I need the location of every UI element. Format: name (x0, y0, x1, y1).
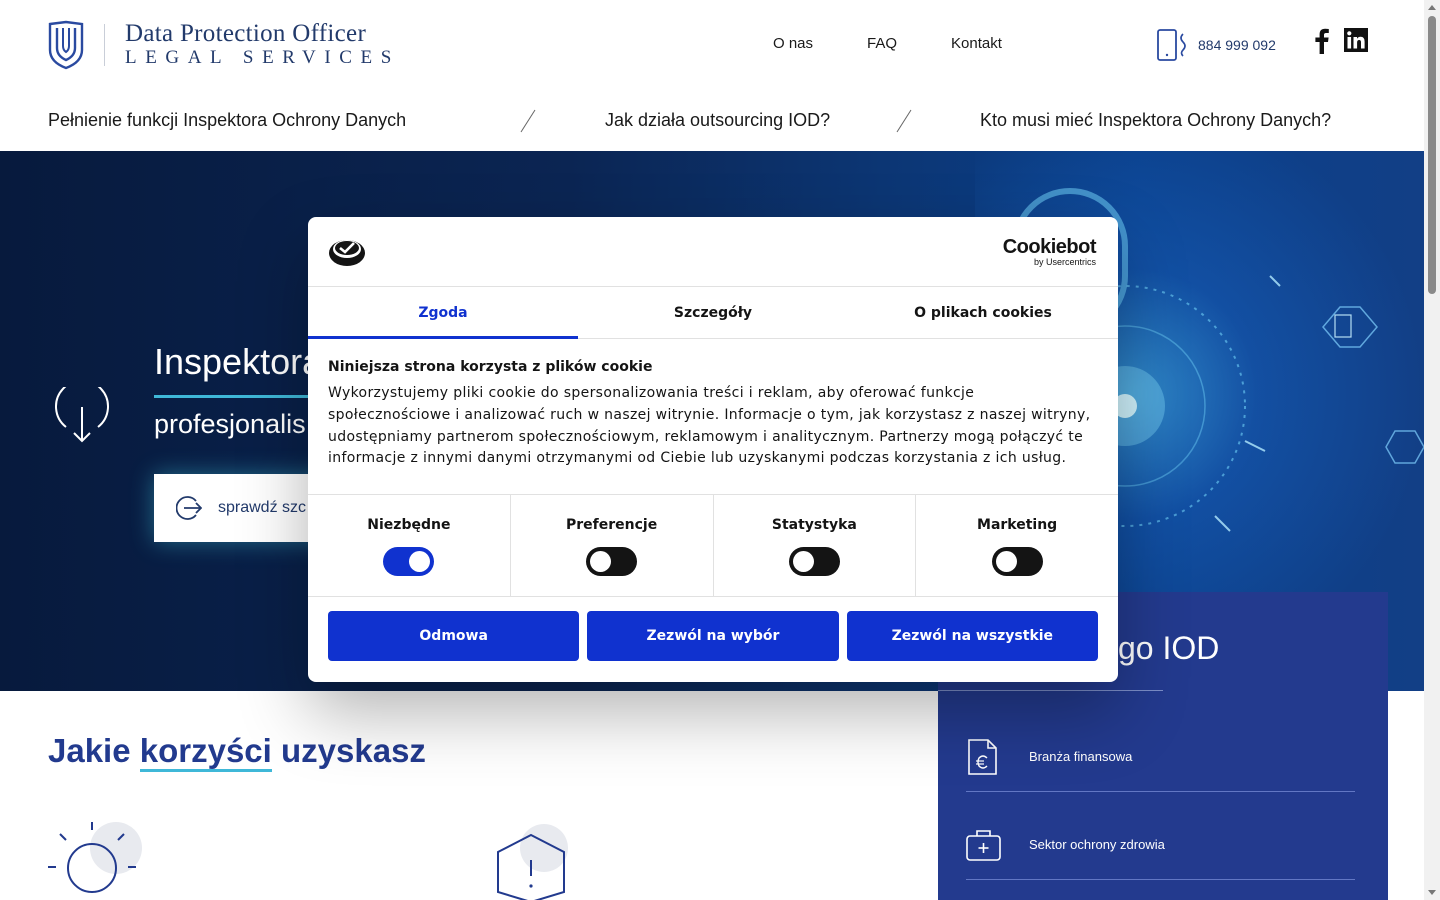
tab-o-plikach-cookies[interactable]: O plikach cookies (848, 287, 1118, 338)
deny-button[interactable]: Odmowa (328, 611, 580, 661)
cookie-action-buttons: Odmowa Zezwól na wybór Zezwól na wszystk… (308, 597, 1118, 661)
shield-logo-icon (48, 20, 84, 70)
cookie-consent-logo-icon (329, 240, 365, 266)
scroll-down-arrow-icon[interactable] (54, 387, 110, 443)
allow-selection-button[interactable]: Zezwól na wybór (587, 611, 839, 661)
site-logo[interactable]: Data Protection Officer LEGAL SERVICES (48, 20, 400, 70)
allow-all-button[interactable]: Zezwól na wszystkie (846, 611, 1098, 661)
toggle-group-niezbedne: Niezbędne (308, 495, 511, 596)
toggle-label: Preferencje (566, 517, 658, 533)
cookiebot-brand-byline: by Usercentrics (1033, 257, 1096, 267)
industry-item-healthcare[interactable]: Sektor ochrony zdrowia (966, 810, 1355, 880)
toggle-knob (590, 551, 612, 572)
hero-subtitle: profesjonalis (154, 409, 306, 439)
cookie-category-toggles: Niezbędne Preferencje Statystyka Marketi… (308, 495, 1118, 597)
tab-szczegoly[interactable]: Szczegóły (578, 287, 848, 338)
toggle-group-preferencje: Preferencje (511, 495, 714, 596)
brand-title: Data Protection Officer (125, 20, 367, 47)
nav-link-kontakt[interactable]: Kontakt (951, 35, 1002, 52)
hero-cta-button[interactable]: sprawdź szc (154, 474, 334, 542)
industries-panel-title: go IOD (1118, 630, 1220, 666)
industry-item-finance[interactable]: Branża finansowa (966, 722, 1355, 792)
logo-divider (104, 24, 105, 66)
toggle-label: Statystyka (771, 517, 857, 533)
cookie-description: Wykorzystujemy pliki cookie do spersonal… (328, 385, 1091, 467)
facebook-icon[interactable] (1312, 28, 1330, 54)
cookie-dialog-body: Niniejsza strona korzysta z plików cooki… (308, 339, 1118, 495)
site-header: Data Protection Officer LEGAL SERVICES O… (0, 0, 1424, 151)
arrow-right-circle-icon (176, 496, 202, 520)
cookie-heading: Niniejsza strona korzysta z plików cooki… (328, 359, 653, 375)
phone-icon (1157, 29, 1186, 61)
page-scrollbar[interactable] (1424, 0, 1440, 900)
toggle-group-statystyka: Statystyka (714, 495, 917, 596)
toggle-marketing[interactable] (991, 547, 1043, 576)
hero-title-underline (154, 395, 324, 398)
toggle-knob (409, 551, 431, 572)
nav-link-o-nas[interactable]: O nas (773, 35, 813, 52)
top-nav: O nas FAQ Kontakt (773, 35, 1056, 52)
subnav-link-pelnienie-funkcji[interactable]: Pełnienie funkcji Inspektora Ochrony Dan… (48, 110, 406, 131)
benefits-heading-highlight: korzyści (139, 732, 272, 772)
lightbulb-icon (48, 822, 142, 893)
warning-hexagon-icon (497, 824, 568, 900)
brand-subtitle: LEGAL SERVICES (125, 47, 400, 68)
nav-link-faq[interactable]: FAQ (867, 35, 897, 52)
industry-item-label: Branża finansowa (1029, 749, 1133, 764)
toggle-niezbedne[interactable] (383, 547, 435, 576)
cookie-tabs: Zgoda Szczegóły O plikach cookies (308, 287, 1118, 339)
toggle-statystyka[interactable] (788, 547, 840, 576)
phone-link[interactable]: 884 999 092 (1156, 28, 1276, 62)
toggle-preferencje[interactable] (586, 547, 638, 576)
toggle-label: Niezbędne (367, 517, 451, 533)
sub-nav: Pełnienie funkcji Inspektora Ochrony Dan… (0, 108, 1424, 138)
scroll-down-icon[interactable] (1428, 890, 1436, 895)
cookie-consent-dialog: Cookiebot by Usercentrics Zgoda Szczegół… (308, 217, 1118, 682)
subnav-link-outsourcing[interactable]: Jak działa outsourcing IOD? (605, 110, 830, 131)
cookie-dialog-header: Cookiebot by Usercentrics (308, 217, 1118, 287)
industries-panel-underline (938, 690, 1163, 691)
slash-divider-icon (896, 109, 912, 133)
hero-title: Inspektora (154, 341, 323, 382)
slash-divider-icon (520, 109, 536, 133)
cookiebot-brand-name: Cookiebot (1002, 236, 1097, 258)
toggle-knob (792, 551, 814, 572)
logo-text: Data Protection Officer LEGAL SERVICES (125, 21, 400, 69)
benefits-heading-prefix: Jakie (48, 732, 140, 769)
cookiebot-brand[interactable]: Cookiebot by Usercentrics (1002, 236, 1097, 267)
linkedin-icon[interactable] (1344, 28, 1368, 52)
medical-kit-icon (966, 829, 1001, 861)
toggle-group-marketing: Marketing (916, 495, 1118, 596)
tab-zgoda[interactable]: Zgoda (308, 287, 578, 339)
subnav-link-kto-musi[interactable]: Kto musi mieć Inspektora Ochrony Danych? (980, 110, 1331, 131)
scroll-up-arrow-icon[interactable] (1428, 5, 1436, 10)
scrollbar-thumb[interactable] (1428, 16, 1436, 294)
hero-cta-label: sprawdź szc (218, 499, 307, 516)
benefits-heading: Jakie korzyści uzyskasz (48, 732, 426, 772)
euro-document-icon (968, 738, 997, 775)
toggle-knob (995, 551, 1017, 572)
toggle-label: Marketing (977, 517, 1058, 533)
industry-item-label: Sektor ochrony zdrowia (1029, 837, 1165, 852)
benefits-heading-suffix: uzyskasz (271, 732, 426, 769)
phone-number: 884 999 092 (1198, 37, 1276, 53)
